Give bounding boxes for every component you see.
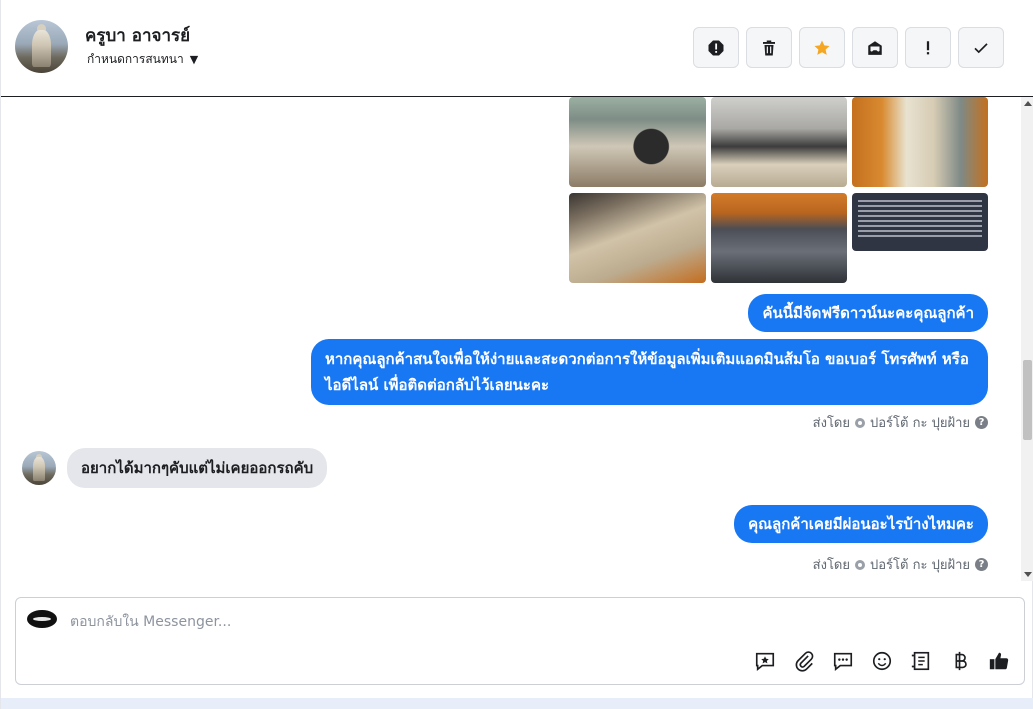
header-actions	[693, 27, 1004, 68]
scroll-down-arrow-icon[interactable]	[1024, 572, 1032, 577]
alert-octagon-icon	[708, 40, 724, 55]
trash-icon	[763, 40, 775, 55]
like-button[interactable]	[986, 648, 1012, 674]
exclamation-icon	[926, 40, 930, 54]
sent-by-agent: ปอร์โต้ กะ ปุยฝ้าย	[870, 558, 970, 573]
thread-scrollbar[interactable]	[1021, 97, 1033, 581]
help-icon[interactable]: ?	[975, 416, 988, 429]
contact-avatar[interactable]	[15, 20, 68, 73]
car-photo-document[interactable]	[852, 193, 988, 251]
emoji-icon	[872, 651, 892, 671]
message-icon	[833, 652, 853, 671]
emoji-button[interactable]	[869, 648, 895, 674]
agent-icon	[855, 559, 865, 570]
notes-button[interactable]	[908, 648, 934, 674]
message-thread[interactable]: คันนี้มีจัดฟรีดาวน์นะคะคุณลูกค้า หากคุณล…	[1, 97, 1021, 581]
payment-button[interactable]	[947, 648, 973, 674]
outgoing-message[interactable]: คุณลูกค้าเคยมีผ่อนอะไรบ้างไหมคะ	[734, 505, 988, 543]
scrollbar-thumb[interactable]	[1023, 360, 1032, 440]
bottom-strip	[1, 698, 1033, 709]
attachment-icon	[795, 651, 814, 672]
car-photo-console[interactable]	[711, 97, 847, 187]
composer-toolbar	[752, 648, 1012, 674]
contact-name[interactable]: ครูบา อาจารย์	[85, 22, 190, 49]
car-photo-engine[interactable]	[711, 193, 847, 283]
sent-by-label: ส่งโดย ปอร์โต้ กะ ปุยฝ้าย ?	[813, 554, 988, 575]
car-photo-cabin[interactable]	[852, 97, 988, 187]
follow-up-button[interactable]	[905, 27, 951, 68]
star-button[interactable]	[799, 27, 845, 68]
sent-by-label: ส่งโดย ปอร์โต้ กะ ปุยฝ้าย ?	[813, 412, 988, 433]
reply-input[interactable]	[70, 611, 770, 633]
scroll-up-arrow-icon[interactable]	[1024, 101, 1032, 106]
baht-icon	[955, 651, 967, 671]
sent-by-prefix: ส่งโดย	[812, 558, 850, 573]
spam-button[interactable]	[693, 27, 739, 68]
like-icon	[989, 652, 1009, 670]
done-button[interactable]	[958, 27, 1004, 68]
notes-icon	[911, 651, 930, 671]
page-logo	[27, 610, 57, 628]
caret-down-icon: ▼	[189, 53, 199, 66]
car-photo-door[interactable]	[569, 193, 706, 283]
car-photo-dashboard[interactable]	[569, 97, 706, 187]
incoming-message-row: อยากได้มากๆคับแต่ไม่เคยออกรถคับ	[22, 448, 328, 488]
conversation-header: ครูบา อาจารย์ กำหนดการสนทนา ▼	[1, 0, 1033, 97]
envelope-icon	[868, 40, 882, 55]
outgoing-message[interactable]: คันนี้มีจัดฟรีดาวน์นะคะคุณลูกค้า	[748, 294, 988, 332]
conversation-settings-label: กำหนดการสนทนา	[87, 52, 184, 66]
sent-by-prefix: ส่งโดย	[812, 416, 850, 431]
incoming-message[interactable]: อยากได้มากๆคับแต่ไม่เคยออกรถคับ	[67, 448, 328, 488]
star-icon	[814, 40, 830, 55]
photo-grid	[569, 97, 989, 284]
saved-reply-icon	[755, 652, 775, 671]
inbox-conversation-panel: ครูบา อาจารย์ กำหนดการสนทนา ▼ คันนี้มีจั…	[0, 0, 1033, 709]
saved-reply-button[interactable]	[752, 648, 778, 674]
attach-button[interactable]	[791, 648, 817, 674]
sent-by-agent: ปอร์โต้ กะ ปุยฝ้าย	[870, 416, 970, 431]
contact-avatar-small	[22, 451, 56, 485]
delete-button[interactable]	[746, 27, 792, 68]
mark-unread-button[interactable]	[852, 27, 898, 68]
quick-reply-button[interactable]	[830, 648, 856, 674]
agent-icon	[855, 417, 865, 428]
help-icon[interactable]: ?	[975, 558, 988, 571]
check-icon	[974, 42, 988, 53]
conversation-settings-dropdown[interactable]: กำหนดการสนทนา ▼	[87, 50, 198, 69]
reply-composer	[15, 597, 1025, 685]
outgoing-message[interactable]: หากคุณลูกค้าสนใจเพื่อให้ง่ายและสะดวกต่อก…	[311, 339, 988, 405]
